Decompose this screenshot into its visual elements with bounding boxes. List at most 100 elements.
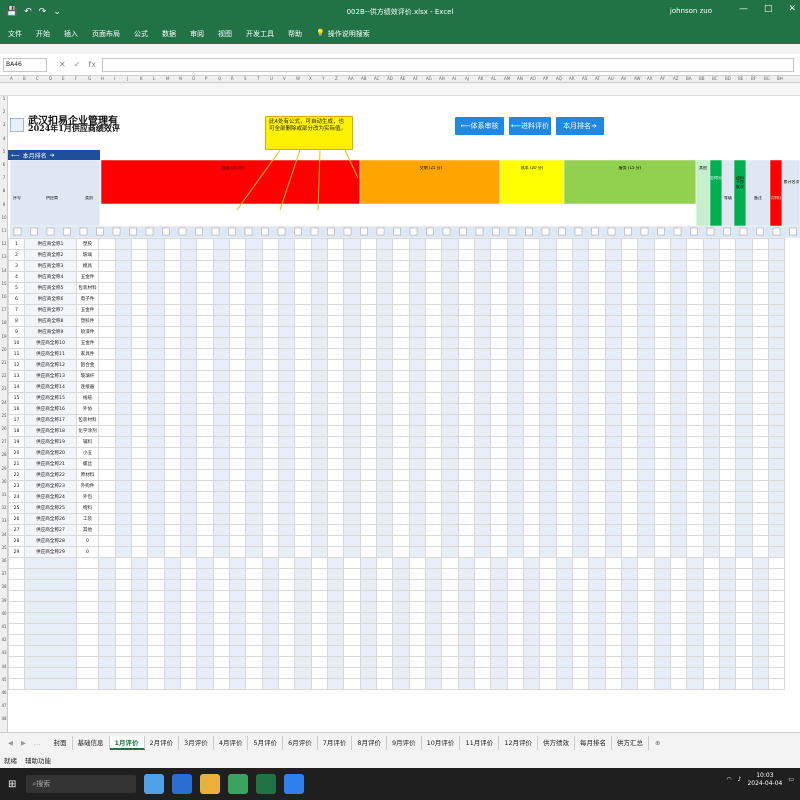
empty-cell[interactable] [767, 590, 785, 602]
supplier-cell[interactable]: 供应商全称21 [24, 458, 77, 470]
score-cell[interactable] [196, 392, 214, 404]
empty-cell[interactable] [620, 634, 638, 646]
score-cell[interactable] [490, 359, 508, 371]
table-row[interactable]: 1 供应商全称1 塑胶 [8, 238, 785, 250]
score-cell[interactable] [147, 502, 165, 514]
score-cell[interactable] [441, 271, 459, 283]
score-cell[interactable] [147, 458, 165, 470]
empty-cell[interactable] [310, 634, 328, 646]
empty-cell[interactable] [343, 645, 361, 657]
score-cell[interactable] [735, 458, 753, 470]
score-cell[interactable] [457, 436, 475, 448]
empty-cell[interactable] [718, 590, 736, 602]
score-cell[interactable] [326, 304, 344, 316]
score-cell[interactable] [245, 381, 263, 393]
table-row[interactable]: 6 供应商全称6 电子件 [8, 293, 785, 305]
taskbar-search[interactable]: ⌕ 搜索 [26, 775, 137, 793]
empty-cell[interactable] [261, 623, 279, 635]
empty-cell[interactable] [539, 612, 557, 624]
empty-cell[interactable] [310, 601, 328, 613]
empty-cell[interactable] [686, 667, 704, 679]
score-cell[interactable] [604, 348, 622, 360]
score-cell[interactable] [702, 447, 720, 459]
score-cell[interactable] [686, 535, 704, 547]
score-cell[interactable] [588, 403, 606, 415]
empty-cell[interactable] [620, 667, 638, 679]
score-cell[interactable] [277, 535, 295, 547]
empty-cell[interactable] [457, 634, 475, 646]
score-cell[interactable] [473, 403, 491, 415]
score-cell[interactable] [228, 282, 246, 294]
score-cell[interactable] [294, 524, 312, 536]
score-cell[interactable] [359, 436, 377, 448]
empty-cell[interactable] [343, 579, 361, 591]
score-cell[interactable] [114, 535, 132, 547]
score-cell[interactable] [473, 238, 491, 250]
empty-cell[interactable] [147, 656, 165, 668]
score-cell[interactable] [457, 326, 475, 338]
score-cell[interactable] [637, 260, 655, 272]
score-cell[interactable] [767, 491, 785, 503]
empty-cell[interactable] [98, 634, 116, 646]
score-cell[interactable] [506, 447, 524, 459]
score-cell[interactable] [261, 447, 279, 459]
score-cell[interactable] [539, 326, 557, 338]
score-cell[interactable] [343, 458, 361, 470]
score-cell[interactable] [539, 348, 557, 360]
score-cell[interactable] [261, 469, 279, 481]
score-cell[interactable] [506, 260, 524, 272]
score-cell[interactable] [212, 304, 230, 316]
score-cell[interactable] [539, 304, 557, 316]
empty-cell[interactable] [620, 579, 638, 591]
score-cell[interactable] [571, 238, 589, 250]
tab-view[interactable]: 视图 [218, 29, 232, 39]
empty-cell[interactable] [588, 634, 606, 646]
table-row[interactable]: 11 供应商全称11 家具件 [8, 348, 785, 360]
score-cell[interactable] [114, 271, 132, 283]
empty-cell[interactable] [408, 623, 426, 635]
empty-cell[interactable] [457, 568, 475, 580]
score-cell[interactable] [277, 238, 295, 250]
score-cell[interactable] [669, 436, 687, 448]
score-cell[interactable] [163, 502, 181, 514]
score-cell[interactable] [637, 326, 655, 338]
empty-cell[interactable] [245, 645, 263, 657]
score-cell[interactable] [245, 535, 263, 547]
score-cell[interactable] [457, 249, 475, 261]
score-cell[interactable] [261, 282, 279, 294]
empty-cell[interactable] [114, 557, 132, 569]
score-cell[interactable] [669, 370, 687, 382]
score-cell[interactable] [669, 414, 687, 426]
score-cell[interactable] [490, 293, 508, 305]
sheet-tab[interactable]: 封面 [49, 735, 73, 750]
empty-cell[interactable] [473, 612, 491, 624]
score-cell[interactable] [522, 381, 540, 393]
sheet-tab[interactable]: 每月排名 [575, 735, 612, 750]
empty-cell[interactable] [212, 579, 230, 591]
score-cell[interactable] [571, 469, 589, 481]
score-cell[interactable] [522, 282, 540, 294]
score-cell[interactable] [735, 304, 753, 316]
score-cell[interactable] [669, 337, 687, 349]
score-cell[interactable] [588, 414, 606, 426]
score-cell[interactable] [326, 326, 344, 338]
empty-row[interactable] [8, 568, 785, 580]
empty-cell[interactable] [245, 678, 263, 690]
empty-cell[interactable] [441, 601, 459, 613]
score-cell[interactable] [392, 282, 410, 294]
category-cell[interactable]: 五金件 [76, 304, 99, 316]
score-cell[interactable] [767, 403, 785, 415]
score-cell[interactable] [718, 304, 736, 316]
empty-cell[interactable] [228, 601, 246, 613]
score-cell[interactable] [114, 293, 132, 305]
score-cell[interactable] [212, 447, 230, 459]
score-cell[interactable] [424, 293, 442, 305]
score-cell[interactable] [702, 238, 720, 250]
empty-cell[interactable] [588, 656, 606, 668]
table-row[interactable]: 8 供应商全称8 塑胶件 [8, 315, 785, 327]
empty-row[interactable] [8, 623, 785, 635]
score-cell[interactable] [669, 293, 687, 305]
score-cell[interactable] [130, 491, 148, 503]
empty-cell[interactable] [228, 667, 246, 679]
score-cell[interactable] [261, 392, 279, 404]
